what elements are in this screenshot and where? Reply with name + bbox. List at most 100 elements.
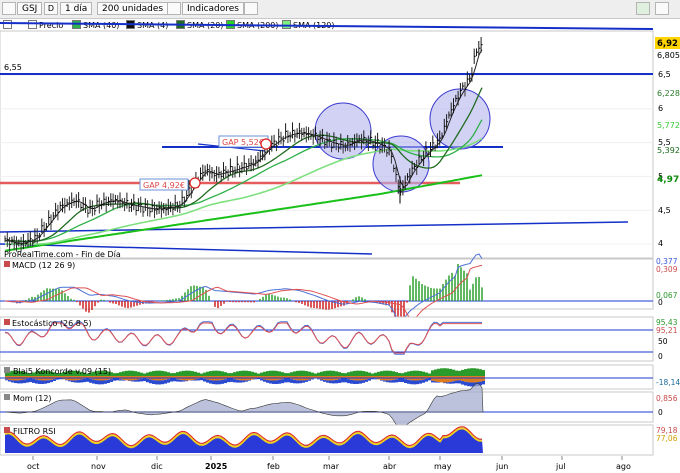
blai5-blue-bar	[407, 379, 410, 384]
blai5-blue-bar	[455, 380, 458, 384]
blai5-blue-bar	[92, 379, 95, 384]
blai5-green-bar	[428, 373, 431, 376]
blai5-blue-bar	[215, 380, 218, 385]
month-label: oct	[27, 462, 39, 471]
blai5-blue-bar	[230, 378, 233, 382]
blai5-blue-bar	[68, 380, 71, 382]
blai5-blue-bar	[413, 380, 416, 385]
blai5-blue-bar	[260, 378, 263, 381]
blai5-green-bar	[314, 373, 317, 376]
month-label: jul	[555, 462, 566, 471]
blai5-blue-bar	[206, 379, 209, 383]
blai5-green-bar	[476, 368, 479, 376]
blai5-blue-bar	[122, 379, 125, 381]
month-label: 2025	[205, 462, 228, 471]
blai5-orange-bar	[476, 376, 479, 383]
blai5-blue-bar	[278, 379, 281, 384]
blai5-blue-bar	[410, 380, 413, 385]
blai5-green-bar	[305, 371, 308, 376]
blai5-blue-bar	[293, 379, 296, 384]
blai5-green-bar	[203, 372, 206, 376]
rsi-legend-swatch	[4, 427, 10, 433]
blai5-blue-bar	[305, 380, 308, 382]
blai5-blue-bar	[35, 379, 38, 384]
blai5-blue-bar	[287, 378, 290, 383]
blai5-green-bar	[347, 372, 350, 376]
blai5-blue-bar	[50, 379, 53, 383]
blai5-green-bar	[119, 372, 122, 376]
blai5-blue-bar	[26, 378, 29, 383]
price-axis: 6,5 6 5,5 5 4,5 4 6,92 6,805 6,228 5,772…	[655, 37, 680, 248]
blai5-green-bar	[338, 372, 341, 376]
blai5-green-bar	[443, 368, 446, 376]
blai5-green-bar	[122, 371, 125, 376]
blai5-blue-bar	[395, 379, 398, 383]
blai5-green-bar	[284, 373, 287, 376]
blai5-blue-bar	[452, 381, 455, 384]
blai5-green-bar	[380, 371, 383, 376]
blai5-blue-bar	[482, 380, 485, 385]
blai5-blue-bar	[245, 380, 248, 382]
blai5-green-bar	[227, 373, 230, 376]
blai5-blue-bar	[146, 378, 149, 383]
blai5-blue-bar	[443, 382, 446, 384]
blai5-blue-bar	[209, 380, 212, 384]
blai5-legend-swatch	[4, 367, 10, 373]
blai5-green-bar	[401, 373, 404, 376]
blai5-blue-bar	[272, 380, 275, 384]
blai5-green-bar	[455, 370, 458, 376]
blai5-blue-bar	[149, 379, 152, 384]
blai5-green-bar	[419, 371, 422, 376]
blai5-blue-bar	[290, 379, 293, 383]
gap-marker-1	[189, 177, 201, 189]
blai5-orange-bar	[443, 376, 446, 383]
blai5-green-bar	[371, 373, 374, 376]
badge-497: 4,97	[657, 175, 679, 185]
blai5-blue-bar	[197, 378, 200, 381]
blai5-blue-bar	[284, 378, 287, 383]
blai5-blue-bar	[233, 379, 236, 383]
blai5-orange-bar	[437, 376, 440, 383]
blai5-green-bar	[272, 370, 275, 376]
blai5-blue-bar	[5, 379, 8, 381]
blai5-blue-bar	[227, 378, 230, 383]
blai5-green-bar	[407, 371, 410, 376]
blai5-green-bar	[461, 369, 464, 376]
blai5-blue-bar	[119, 379, 122, 381]
blai5-blue-bar	[266, 380, 269, 383]
blai5-green-bar	[161, 370, 164, 376]
blai5-orange-bar	[479, 376, 482, 382]
blai5-blue-bar	[224, 379, 227, 384]
blai5-green-bar	[344, 373, 347, 376]
month-label: abr	[383, 462, 397, 471]
blai5-green-bar	[221, 371, 224, 376]
blai5-green-bar	[233, 372, 236, 376]
blai5-green-bar	[470, 368, 473, 376]
chart-canvas[interactable]: GAP 4,92€ GAP 5,52€ 6,55 ProRealTime.com…	[0, 0, 680, 473]
blai5-green-bar	[251, 371, 254, 376]
blai5-orange-bar	[473, 376, 476, 383]
blai5-green-bar	[125, 370, 128, 376]
blai5-green-bar	[116, 373, 119, 376]
blai5-blue-bar	[86, 378, 89, 382]
blai5-blue-bar	[158, 380, 161, 385]
blai5-green-bar	[446, 368, 449, 376]
blai5-blue-bar	[107, 379, 110, 384]
blai5-green-bar	[398, 372, 401, 376]
blai5-blue-bar	[446, 382, 449, 384]
blai5-blue-bar	[236, 379, 239, 383]
macd-legend-swatch	[4, 261, 10, 267]
blai5-blue-bar	[356, 380, 359, 384]
blai5-green-bar	[212, 370, 215, 376]
blai5-green-bar	[449, 368, 452, 376]
blai5-blue-bar	[425, 378, 428, 382]
blai5-blue-bar	[179, 379, 182, 382]
blai5-green-bar	[134, 371, 137, 376]
blai5-green-bar	[140, 372, 143, 376]
blai5-blue-bar	[437, 382, 440, 383]
blai5-blue-bar	[167, 379, 170, 383]
gap-label-2: GAP 5,52€	[222, 138, 264, 147]
gap-label-1: GAP 4,92€	[143, 181, 185, 190]
blai5-blue-bar	[11, 380, 14, 383]
blai5-green-bar	[458, 370, 461, 376]
